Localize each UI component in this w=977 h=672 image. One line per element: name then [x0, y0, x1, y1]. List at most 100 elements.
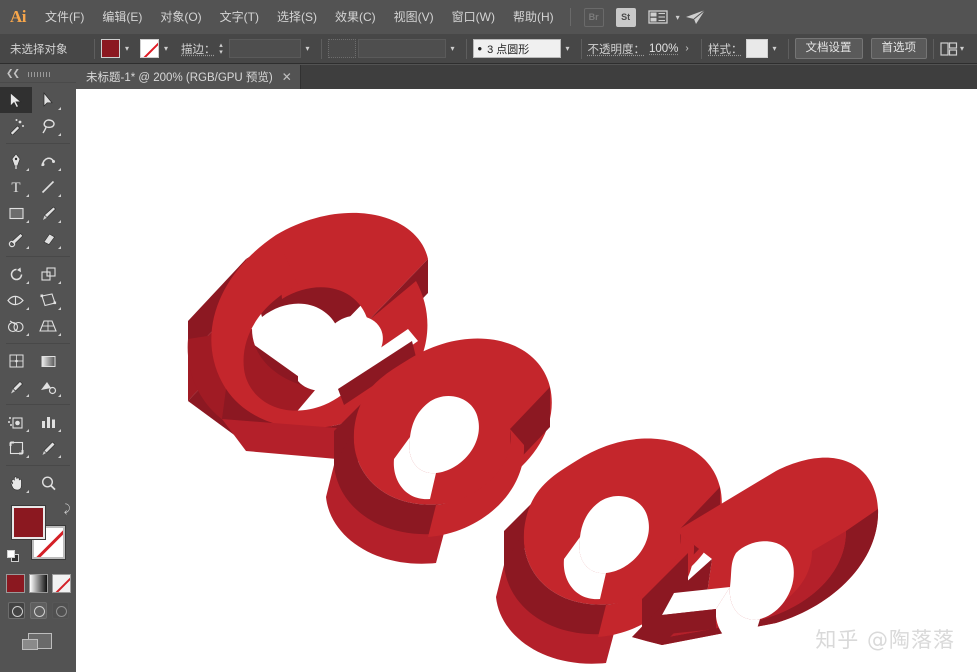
none-button[interactable]: [51, 574, 71, 593]
opacity-input[interactable]: 100%: [649, 43, 679, 55]
collapse-panel-icon[interactable]: ❮❮: [6, 68, 20, 79]
menu-edit[interactable]: 编辑(E): [93, 0, 151, 34]
eraser-tool[interactable]: [32, 226, 64, 252]
magic-wand-tool[interactable]: [0, 113, 32, 139]
lasso-tool[interactable]: [32, 113, 64, 139]
paintbrush-tool[interactable]: [32, 200, 64, 226]
mesh-tool[interactable]: [0, 348, 32, 374]
menu-select[interactable]: 选择(S): [268, 0, 326, 34]
hand-tool[interactable]: [0, 470, 32, 496]
menu-object[interactable]: 对象(O): [151, 0, 210, 34]
selection-tool[interactable]: [0, 87, 32, 113]
shape-builder-tool[interactable]: [0, 313, 32, 339]
zoom-tool[interactable]: [32, 470, 64, 496]
width-icon: [7, 295, 24, 305]
arrange-documents-icon[interactable]: [645, 6, 671, 28]
document-canvas[interactable]: 知乎 @陶落落: [76, 89, 977, 672]
tool-divider: [6, 256, 70, 257]
tool-corner-icon: [26, 490, 29, 493]
panel-drag-handle[interactable]: [28, 72, 50, 77]
blend-tool[interactable]: [32, 374, 64, 400]
tool-row: [0, 200, 76, 226]
preferences-button[interactable]: 首选项: [870, 38, 927, 59]
direct-selection-tool[interactable]: [32, 87, 64, 113]
tool-corner-icon: [58, 455, 61, 458]
opacity-label[interactable]: 不透明度：: [588, 41, 646, 57]
tool-row: [0, 226, 76, 252]
graphic-style-swatch[interactable]: [745, 39, 768, 58]
arrange-chevron-down-icon[interactable]: ▾: [676, 13, 680, 22]
menu-view[interactable]: 视图(V): [385, 0, 443, 34]
swap-fill-stroke-icon[interactable]: ⤹: [64, 503, 71, 516]
default-fill-stroke-icon[interactable]: [7, 550, 21, 564]
fill-chevron-down-icon[interactable]: ▾: [120, 39, 134, 58]
eyedropper-tool[interactable]: [0, 374, 32, 400]
change-screen-mode-button[interactable]: [21, 631, 55, 653]
opacity-expand-icon[interactable]: ›: [679, 39, 695, 58]
rectangle-tool[interactable]: [0, 200, 32, 226]
variable-width-chevron-down-icon[interactable]: ▾: [446, 39, 460, 58]
line-segment-tool[interactable]: [32, 174, 64, 200]
stroke-weight-label[interactable]: 描边：: [181, 41, 216, 57]
shaper-tool[interactable]: [0, 226, 32, 252]
fill-color-swatch[interactable]: [12, 506, 45, 539]
document-setup-button[interactable]: 文档设置: [794, 38, 863, 59]
color-button[interactable]: [5, 574, 25, 593]
stepper-down-icon[interactable]: ▾: [219, 49, 223, 56]
free-transform-tool[interactable]: [32, 287, 64, 313]
tool-row: [0, 374, 76, 400]
stroke-color-control[interactable]: ▾: [140, 39, 173, 58]
style-chevron-down-icon[interactable]: ▾: [768, 39, 782, 58]
artboard-tool[interactable]: [0, 435, 32, 461]
workspace-switcher[interactable]: ▾: [940, 41, 964, 57]
brush-definition-select[interactable]: • 3 点圆形: [472, 39, 561, 58]
3d-extruded-good-text[interactable]: [76, 89, 977, 672]
brush-definition-chevron-down-icon[interactable]: ▾: [561, 39, 575, 58]
fill-swatch[interactable]: [101, 39, 120, 58]
menu-effect[interactable]: 效果(C): [326, 0, 385, 34]
width-tool[interactable]: [0, 287, 32, 313]
draw-normal-button[interactable]: [7, 602, 25, 619]
menu-file[interactable]: 文件(F): [36, 0, 93, 34]
rotate-tool[interactable]: [0, 261, 32, 287]
draw-mode-row: [0, 602, 76, 619]
tools-panel-header[interactable]: ❮❮: [0, 65, 76, 83]
stock-icon[interactable]: St: [613, 6, 639, 28]
stroke-chevron-down-icon[interactable]: ▾: [159, 39, 173, 58]
gradient-tool[interactable]: [32, 348, 64, 374]
type-tool[interactable]: T: [0, 174, 32, 200]
style-label[interactable]: 样式：: [708, 41, 743, 57]
symbol-sprayer-icon: [8, 416, 23, 429]
pen-tool[interactable]: [0, 148, 32, 174]
draw-behind-button[interactable]: [29, 602, 47, 619]
tool-corner-icon: [26, 333, 29, 336]
gradient-button[interactable]: [28, 574, 48, 593]
stroke-weight-chevron-down-icon[interactable]: ▾: [301, 39, 315, 58]
variable-width-profile-select[interactable]: [357, 39, 446, 58]
fill-color-control[interactable]: ▾: [101, 39, 134, 58]
menu-help[interactable]: 帮助(H): [504, 0, 563, 34]
column-graph-tool[interactable]: [32, 409, 64, 435]
stroke-swatch-none-icon[interactable]: [140, 39, 159, 58]
draw-inside-button[interactable]: [51, 602, 69, 619]
scale-tool[interactable]: [32, 261, 64, 287]
share-icon[interactable]: [683, 6, 709, 28]
document-tab[interactable]: 未标题-1* @ 200% (RGB/GPU 预览) ✕: [76, 65, 301, 89]
ctrl-divider-3: [465, 38, 467, 59]
stroke-weight-stepper[interactable]: ▴ ▾: [216, 39, 227, 58]
slice-tool[interactable]: [32, 435, 64, 461]
menubar-divider: [569, 8, 571, 26]
perspective-grid-tool[interactable]: [32, 313, 64, 339]
menu-type[interactable]: 文字(T): [211, 0, 268, 34]
stroke-weight-input[interactable]: [228, 39, 301, 58]
bridge-icon[interactable]: Br: [581, 6, 607, 28]
tool-list: T: [0, 83, 76, 496]
tool-corner-icon: [58, 333, 61, 336]
close-icon[interactable]: ✕: [282, 70, 292, 84]
curvature-tool[interactable]: [32, 148, 64, 174]
workspace-chevron-down-icon[interactable]: ▾: [960, 44, 964, 53]
screen-mode-inner-rect: [22, 639, 38, 650]
symbol-sprayer-tool[interactable]: [0, 409, 32, 435]
stepper-up-icon[interactable]: ▴: [219, 42, 223, 49]
menu-window[interactable]: 窗口(W): [443, 0, 504, 34]
